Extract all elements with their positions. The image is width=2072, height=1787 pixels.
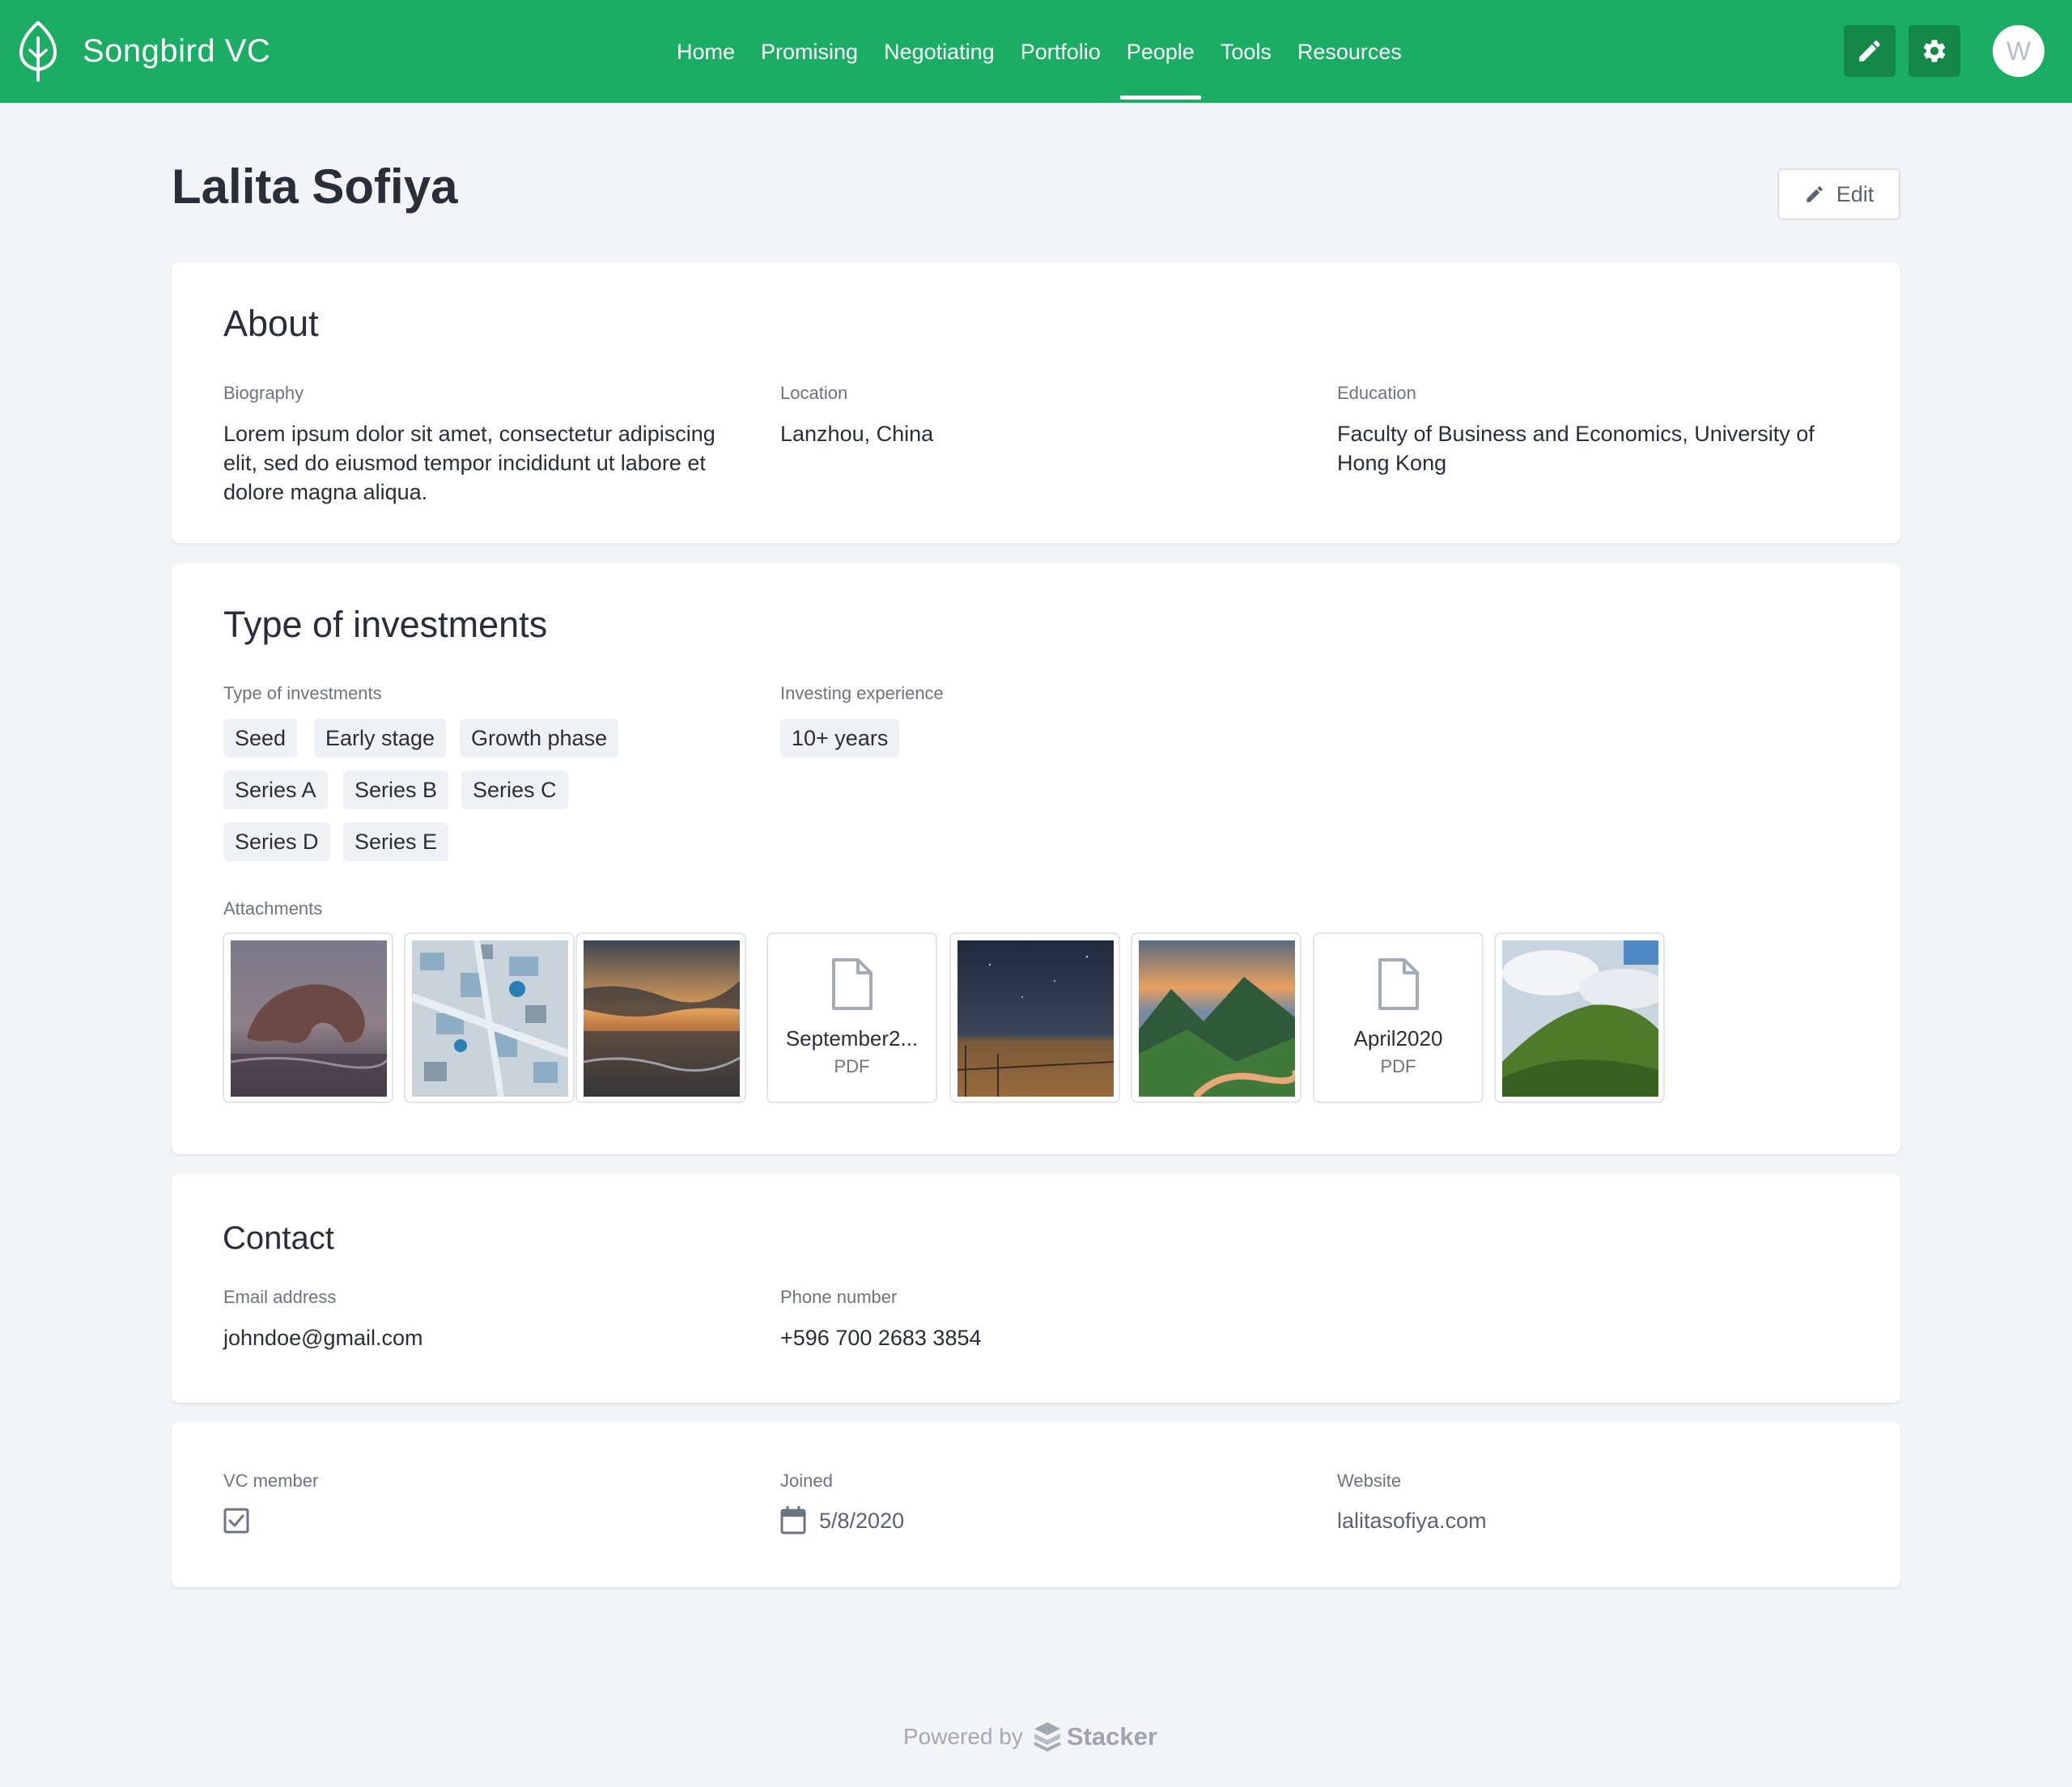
nav-tools[interactable]: Tools xyxy=(1208,0,1284,103)
contact-title: Contact xyxy=(223,1220,334,1256)
education-value: Faculty of Business and Economics, Unive… xyxy=(1337,422,1815,475)
details-card: VC member Joined 5/8/2020 Website lalita… xyxy=(172,1422,1900,1587)
attachment-image[interactable] xyxy=(404,932,575,1103)
investments-title: Type of investments xyxy=(223,604,548,645)
nav-home[interactable]: Home xyxy=(664,0,748,103)
gear-icon xyxy=(1923,40,1946,62)
website-label: Website xyxy=(1337,1471,1402,1491)
attachment-image[interactable] xyxy=(949,932,1120,1103)
night-field-photo xyxy=(957,940,1114,1097)
website-link[interactable]: lalitasofiya.com xyxy=(1337,1506,1487,1535)
edit-button[interactable]: Edit xyxy=(1777,168,1900,220)
powered-by-text: Powered by xyxy=(903,1724,1023,1749)
main-nav: Home Promising Negotiating Portfolio Peo… xyxy=(664,0,1415,103)
file-icon xyxy=(1378,958,1419,1010)
vc-member-label: VC member xyxy=(223,1471,319,1491)
user-avatar[interactable]: W xyxy=(1993,25,2044,77)
calendar-icon xyxy=(780,1506,806,1534)
tag-experience: 10+ years xyxy=(780,719,900,758)
file-name: September2... xyxy=(785,1026,919,1051)
edit-button-label: Edit xyxy=(1836,181,1875,206)
file-type: PDF xyxy=(834,1056,870,1076)
nav-negotiating[interactable]: Negotiating xyxy=(871,0,1008,103)
investing-experience-label: Investing experience xyxy=(780,683,944,703)
tag-growth-phase: Growth phase xyxy=(460,719,619,758)
location-value: Lanzhou, China xyxy=(780,422,934,446)
powered-by-footer[interactable]: Powered by Stacker xyxy=(903,1719,1157,1755)
attachment-image[interactable] xyxy=(1131,932,1301,1103)
phone-value[interactable]: +596 700 2683 3854 xyxy=(780,1323,982,1352)
stacker-logo-icon xyxy=(1033,1722,1061,1752)
biography-value: Lorem ipsum dolor sit amet, consectetur … xyxy=(223,422,715,504)
tag-series-b: Series B xyxy=(343,770,449,809)
about-card: About Biography Lorem ipsum dolor sit am… xyxy=(172,262,1900,543)
joined-date-value: 5/8/2020 xyxy=(819,1509,905,1533)
attachment-image[interactable] xyxy=(1494,932,1665,1103)
file-type: PDF xyxy=(1380,1056,1416,1076)
page-title: Lalita Sofiya xyxy=(172,159,458,214)
brand-name: Songbird VC xyxy=(83,32,271,69)
tag-series-a: Series A xyxy=(223,770,328,809)
file-name: April2020 xyxy=(1353,1026,1443,1051)
tag-series-c: Series C xyxy=(461,770,568,809)
contact-card: Contact Email address johndoe@gmail.com … xyxy=(172,1174,1900,1403)
education-label: Education xyxy=(1337,383,1416,403)
joined-label: Joined xyxy=(780,1471,833,1491)
stacker-wordmark: Stacker xyxy=(1066,1722,1157,1751)
attachments-label: Attachments xyxy=(223,898,323,919)
nav-promising[interactable]: Promising xyxy=(748,0,871,103)
mountain-valley-photo xyxy=(1139,940,1295,1097)
about-title: About xyxy=(223,303,319,344)
settings-button[interactable] xyxy=(1909,25,1960,77)
biography-label: Biography xyxy=(223,383,304,403)
email-label: Email address xyxy=(223,1287,337,1307)
attachment-pdf-file[interactable]: September2... PDF xyxy=(766,932,937,1103)
tag-series-d: Series D xyxy=(223,822,330,861)
pencil-icon xyxy=(1859,40,1880,62)
email-value[interactable]: johndoe@gmail.com xyxy=(223,1323,423,1352)
ocean-sunset-photo xyxy=(584,940,740,1097)
tag-series-e: Series E xyxy=(343,822,449,861)
nav-portfolio[interactable]: Portfolio xyxy=(1008,0,1114,103)
checked-checkbox-icon xyxy=(223,1508,249,1534)
tag-early-stage: Early stage xyxy=(314,719,447,758)
nav-resources[interactable]: Resources xyxy=(1284,0,1415,103)
rock-arch-photo xyxy=(231,940,387,1097)
location-label: Location xyxy=(780,383,848,403)
tag-seed: Seed xyxy=(223,719,298,758)
aerial-town-photo xyxy=(412,940,568,1097)
edit-layout-button[interactable] xyxy=(1844,25,1896,77)
top-navigation-bar: Songbird VC Home Promising Negotiating P… xyxy=(0,0,2072,103)
investment-types-label: Type of investments xyxy=(223,683,382,703)
leaf-logo-icon xyxy=(19,21,57,82)
phone-label: Phone number xyxy=(780,1287,898,1307)
green-hills-photo xyxy=(1502,940,1658,1097)
brand[interactable]: Songbird VC xyxy=(18,20,270,82)
pencil-icon xyxy=(1806,186,1823,202)
attachment-image[interactable] xyxy=(575,932,746,1103)
attachment-pdf-file[interactable]: April2020 PDF xyxy=(1313,932,1484,1103)
attachment-image[interactable] xyxy=(223,932,393,1103)
nav-people[interactable]: People xyxy=(1114,0,1208,103)
file-icon xyxy=(831,958,873,1010)
